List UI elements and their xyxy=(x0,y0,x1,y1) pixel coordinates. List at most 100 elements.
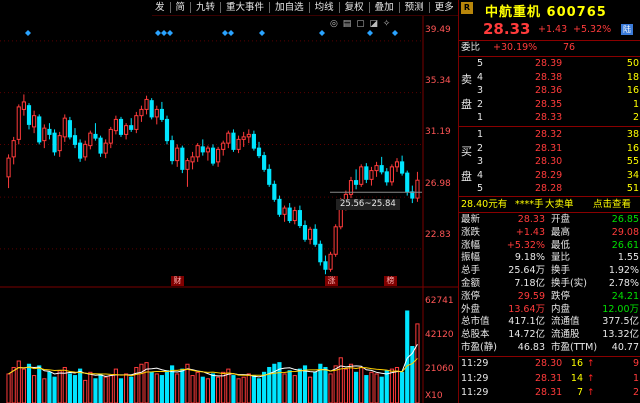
stat-label: 跌停 xyxy=(551,290,571,302)
volume-bar xyxy=(185,363,190,403)
buy-level-volume: 51 xyxy=(626,183,639,194)
sell-level-row[interactable]: 2 28.35 1 xyxy=(459,99,640,111)
candle-body xyxy=(47,128,52,135)
toolbar-item-jian[interactable]: 简 xyxy=(173,0,189,15)
event-diamond-marker[interactable] xyxy=(25,30,31,36)
event-marker-limit-up[interactable]: 涨 xyxy=(325,276,338,286)
candle-body xyxy=(313,228,318,245)
stat-label: 开盘 xyxy=(551,214,571,225)
toolbar-item-fa[interactable]: 发 xyxy=(152,0,168,15)
candle-body xyxy=(52,132,57,153)
tag-r-badge: R xyxy=(461,2,473,14)
volume-bar xyxy=(42,378,47,403)
candle-body xyxy=(16,106,21,140)
event-marker-finance[interactable]: 财 xyxy=(171,276,184,286)
stat-label: 流通值 xyxy=(551,316,580,328)
volume-bar xyxy=(139,363,144,403)
volume-bar xyxy=(149,371,154,403)
sell-level-row[interactable]: 3 28.36 16 xyxy=(459,85,640,97)
price-range-annotation: 25.56~25.84 xyxy=(336,199,400,210)
stat-row: 总市值 417.1亿 流通值 377.5亿 xyxy=(459,316,640,328)
stat-value: 12.00万 xyxy=(602,303,639,315)
volume-bar xyxy=(241,376,246,403)
toolbar-item-more[interactable]: 更多 xyxy=(432,0,457,15)
candle-body xyxy=(108,128,113,144)
candle-body xyxy=(113,118,118,132)
candle-body xyxy=(154,108,159,118)
candle-body xyxy=(384,171,389,183)
stat-value: 26.85 xyxy=(611,214,639,225)
volume-bar xyxy=(216,376,221,403)
buy-level-row[interactable]: 1 28.32 38 xyxy=(459,129,640,141)
volume-bar xyxy=(297,368,302,403)
volume-bar xyxy=(164,370,170,403)
candle-body xyxy=(308,228,313,240)
big-order-bar[interactable]: 28.40元有 ****手 大卖单 点击查看 xyxy=(459,199,640,211)
volume-bar xyxy=(57,370,62,403)
stat-value: 46.83 xyxy=(517,342,545,353)
toolbar-item-jiuzhuan[interactable]: 九转 xyxy=(193,0,218,15)
buy-level-row[interactable]: 3 28.30 55 xyxy=(459,156,640,168)
sell-level-row[interactable]: 1 28.33 2 xyxy=(459,112,640,124)
volume-tick: 21060 xyxy=(425,364,454,374)
buy-level-volume: 16 xyxy=(626,142,639,154)
stat-value: 25.64万 xyxy=(508,265,545,277)
volume-bar xyxy=(389,368,394,403)
toolbar-item-adjust[interactable]: 复权 xyxy=(342,0,367,15)
stock-code: 600765 xyxy=(546,5,607,20)
volume-bar xyxy=(88,371,93,403)
volume-bar xyxy=(72,375,78,403)
stat-row: 市盈(静) 46.83 市盈(TTM) 40.77 xyxy=(459,342,640,354)
weibi-count: 76 xyxy=(563,42,576,53)
volume-bar xyxy=(272,363,277,403)
tag-lu-badge: 陆 xyxy=(621,24,633,35)
stock-name-text: 中航重机 xyxy=(485,5,542,20)
candle-body xyxy=(379,165,384,173)
candle-body xyxy=(72,135,78,145)
sell-level-row[interactable]: 5 28.39 50 xyxy=(459,58,640,70)
kline-chart-area[interactable]: 发 简 九转 重大事件 加自选 均线 复权 叠加 预测 更多 ◂▸ ▮◂ ◎ ▤… xyxy=(0,0,491,403)
big-order-view-link[interactable]: 点击查看 xyxy=(593,199,631,211)
candle-body xyxy=(200,146,205,153)
volume-bar xyxy=(354,371,359,403)
buy-level-volume: 34 xyxy=(626,169,639,181)
buy-level-price: 28.29 xyxy=(535,169,563,181)
sell-level-row[interactable]: 4 28.38 18 xyxy=(459,72,640,84)
toolbar-item-forecast[interactable]: 预测 xyxy=(402,0,427,15)
toolbar-item-moving-average[interactable]: 均线 xyxy=(312,0,337,15)
stat-value: 24.21 xyxy=(611,290,639,302)
weibi-label: 委比 xyxy=(461,42,481,53)
price-tick: 39.49 xyxy=(425,25,451,35)
candle-body xyxy=(282,207,287,215)
stat-value: 1.55 xyxy=(617,252,639,264)
stat-value: 13.64万 xyxy=(508,303,545,315)
buy-level-row[interactable]: 5 28.28 51 xyxy=(459,183,640,195)
buy-level-row[interactable]: 2 28.31 16 xyxy=(459,143,640,155)
volume-bar xyxy=(118,378,124,403)
stat-row: 最新 28.33 开盘 26.85 xyxy=(459,214,640,226)
buy-level-price: 28.31 xyxy=(535,142,563,154)
volume-bar xyxy=(323,366,328,403)
buy-level-row[interactable]: 4 28.29 34 xyxy=(459,170,640,182)
toolbar-item-overlay[interactable]: 叠加 xyxy=(372,0,397,15)
stat-label: 最低 xyxy=(551,239,571,251)
view-mode-icons[interactable]: ◎ ▤ ▢ ◪ ✧ xyxy=(330,19,391,29)
candle-body xyxy=(93,133,98,139)
candle-body xyxy=(144,98,149,110)
toolbar-item-add-favorite[interactable]: 加自选 xyxy=(272,0,307,15)
price-change-pct: +5.32% xyxy=(573,24,612,35)
sell-level-volume: 50 xyxy=(626,58,639,69)
candle-body xyxy=(272,183,277,200)
candle-body xyxy=(256,147,262,157)
tick-count: 2 xyxy=(632,387,639,398)
volume-bar xyxy=(369,371,374,403)
candle-body xyxy=(394,161,400,168)
candle-body xyxy=(333,226,338,255)
event-marker-ranking[interactable]: 榜 xyxy=(384,276,397,286)
buy-level-num: 4 xyxy=(477,169,484,181)
toolbar-item-major-events[interactable]: 重大事件 xyxy=(223,0,267,15)
candle-body xyxy=(205,147,210,153)
candle-body xyxy=(323,261,328,270)
stat-row: 振幅 9.18% 量比 1.55 xyxy=(459,252,640,264)
volume-bar xyxy=(93,378,98,403)
